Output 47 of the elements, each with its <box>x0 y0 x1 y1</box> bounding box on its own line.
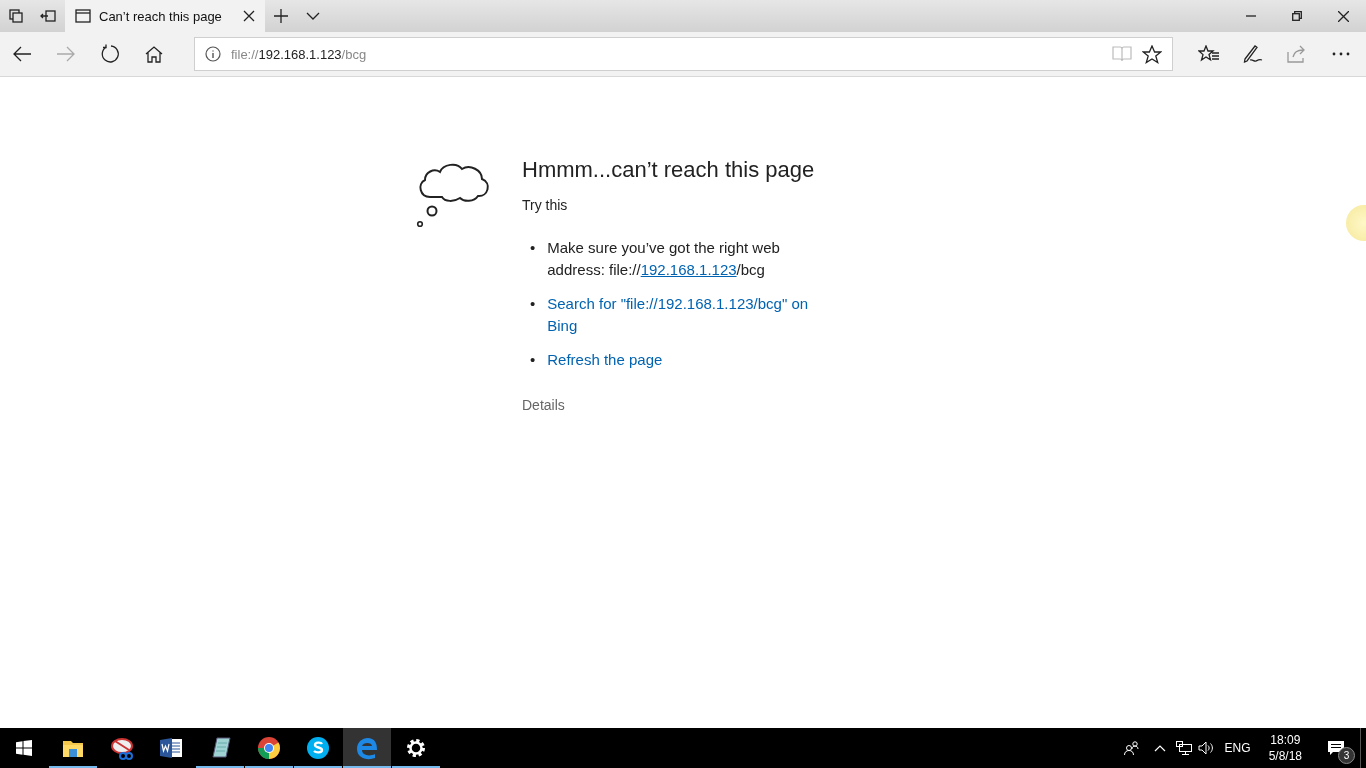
notification-count: 3 <box>1338 747 1355 764</box>
scissors-icon <box>109 735 135 761</box>
address-bar[interactable]: file://192.168.1.123/bcg <box>194 37 1173 71</box>
details-link[interactable]: Details <box>522 397 842 413</box>
home-icon[interactable] <box>145 45 163 63</box>
bullet-marker: • <box>530 350 536 370</box>
error-heading: Hmmm...can’t reach this page <box>522 157 816 183</box>
bullet-marker: • <box>530 238 536 258</box>
edge-icon <box>354 735 380 761</box>
favorites-icon[interactable] <box>1198 45 1220 63</box>
plus-icon[interactable] <box>274 9 288 23</box>
back-arrow-icon[interactable] <box>12 46 32 62</box>
tab-title: Can’t reach this page <box>99 8 223 24</box>
windows-logo-icon <box>16 740 32 756</box>
taskbar-app-button[interactable] <box>343 728 391 768</box>
browser-tab[interactable]: Can’t reach this page <box>65 0 265 32</box>
network-icon[interactable] <box>1175 741 1192 755</box>
chevron-up-icon[interactable] <box>1153 744 1166 752</box>
restore-icon[interactable] <box>1292 11 1302 21</box>
url-text: file://192.168.1.123/bcg <box>231 46 368 62</box>
chrome-icon <box>256 735 282 761</box>
share-icon[interactable] <box>1287 45 1307 63</box>
close-icon[interactable] <box>243 10 255 22</box>
try-this-label: Try this <box>522 197 569 213</box>
chevron-down-icon[interactable] <box>306 12 320 20</box>
refresh-icon[interactable] <box>100 44 120 64</box>
more-icon[interactable] <box>1332 52 1350 56</box>
bullet-marker: • <box>530 294 536 314</box>
clock-date: 5/8/18 <box>1268 748 1302 764</box>
page-icon <box>75 9 91 23</box>
star-icon[interactable] <box>1142 44 1162 64</box>
clock-time: 18:09 <box>1270 732 1301 748</box>
suggestion-link[interactable]: Search for "file://192.168.1.123/bcg" on Bing <box>547 293 820 337</box>
info-icon[interactable] <box>205 46 221 62</box>
suggestion-link[interactable]: Refresh the page <box>547 349 663 371</box>
clock[interactable]: 18:09 5/8/18 <box>1258 728 1312 768</box>
pen-icon[interactable] <box>1242 44 1264 64</box>
set-aside-tabs-icon[interactable] <box>40 10 56 22</box>
address-link[interactable]: 192.168.1.123 <box>640 261 737 278</box>
close-icon[interactable] <box>1337 10 1349 22</box>
volume-icon[interactable] <box>1197 741 1214 755</box>
document-icon <box>158 735 184 761</box>
tab-preview-icon[interactable] <box>9 9 23 23</box>
people-icon[interactable] <box>1123 741 1140 755</box>
language-indicator[interactable]: ENG <box>1216 728 1259 768</box>
skype-icon <box>305 735 331 761</box>
suggestion-text: Make sure you’ve got the right web address: file://192.168.1.123/bcg <box>547 238 781 280</box>
